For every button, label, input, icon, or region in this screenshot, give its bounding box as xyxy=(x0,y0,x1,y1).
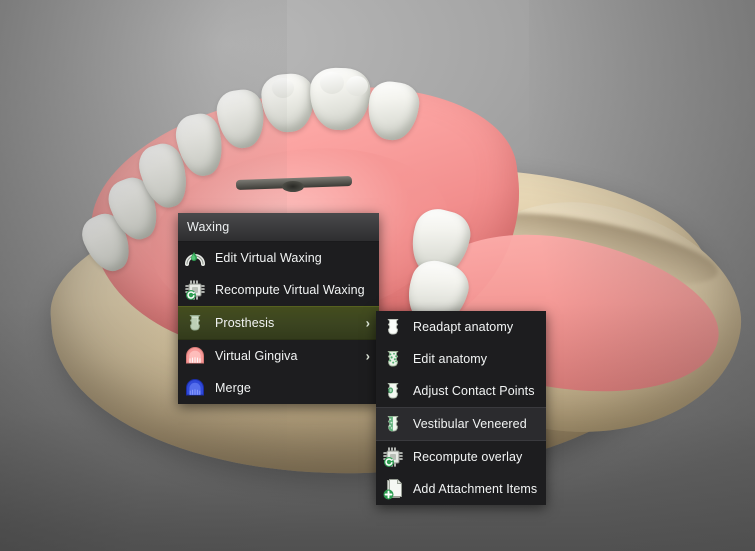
cpu-chip-refresh-icon xyxy=(381,445,405,469)
menu-item-label: Edit Virtual Waxing xyxy=(215,251,322,265)
menu-item-prosthesis[interactable]: Prosthesis › xyxy=(178,306,379,340)
menu-item-label: Edit anatomy xyxy=(413,352,488,366)
pink-gingiva-arch-icon xyxy=(183,344,207,368)
menu-item-label: Prosthesis xyxy=(215,316,275,330)
menu-item-merge[interactable]: Merge xyxy=(178,372,379,404)
viewport-shade-right xyxy=(528,0,755,551)
menu-item-edit-anatomy[interactable]: Edit anatomy xyxy=(376,343,546,375)
tooth-green-icon xyxy=(183,311,207,335)
tooth-veneer-icon xyxy=(381,412,405,436)
menu-item-label: Merge xyxy=(215,381,251,395)
document-add-icon xyxy=(381,477,405,501)
blue-arch-merge-icon xyxy=(183,376,207,400)
menu-item-label: Adjust Contact Points xyxy=(413,384,535,398)
menu-item-label: Add Attachment Items xyxy=(413,482,538,496)
menu-item-recompute-virtual-waxing[interactable]: Recompute Virtual Waxing xyxy=(178,274,379,306)
application-window: Waxing Edit Virtual Waxing Recompute Vir… xyxy=(0,0,755,551)
tooth-white-icon xyxy=(381,315,405,339)
menu-item-vestibular-veneered[interactable]: Vestibular Veneered xyxy=(376,407,546,441)
menu-item-label: Recompute overlay xyxy=(413,450,523,464)
tooth-cusp-b xyxy=(346,76,368,96)
cpu-chip-refresh-icon xyxy=(183,278,207,302)
tooth-contact-point-icon xyxy=(381,379,405,403)
menu-item-adjust-contact-points[interactable]: Adjust Contact Points xyxy=(376,375,546,407)
menu-item-recompute-overlay[interactable]: Recompute overlay xyxy=(376,441,546,473)
tooth-speckled-icon xyxy=(381,347,405,371)
context-menu-title: Waxing xyxy=(178,213,379,242)
menu-item-virtual-gingiva[interactable]: Virtual Gingiva › xyxy=(178,340,379,372)
menu-item-label: Readapt anatomy xyxy=(413,320,514,334)
menu-item-label: Virtual Gingiva xyxy=(215,349,298,363)
menu-item-readapt-anatomy[interactable]: Readapt anatomy xyxy=(376,311,546,343)
menu-item-label: Vestibular Veneered xyxy=(413,417,527,431)
chevron-right-icon: › xyxy=(365,315,370,331)
menu-item-label: Recompute Virtual Waxing xyxy=(215,283,365,297)
context-submenu-prosthesis[interactable]: Readapt anatomy Edit anatomy Adjust Cont… xyxy=(376,311,546,505)
menu-item-add-attachment-items[interactable]: Add Attachment Items xyxy=(376,473,546,505)
menu-item-edit-virtual-waxing[interactable]: Edit Virtual Waxing xyxy=(178,242,379,274)
context-menu-waxing[interactable]: Waxing Edit Virtual Waxing Recompute Vir… xyxy=(178,213,379,404)
waxing-arch-drop-icon xyxy=(183,246,207,270)
chevron-right-icon: › xyxy=(365,348,370,364)
tooth-cusp-a xyxy=(320,72,344,94)
